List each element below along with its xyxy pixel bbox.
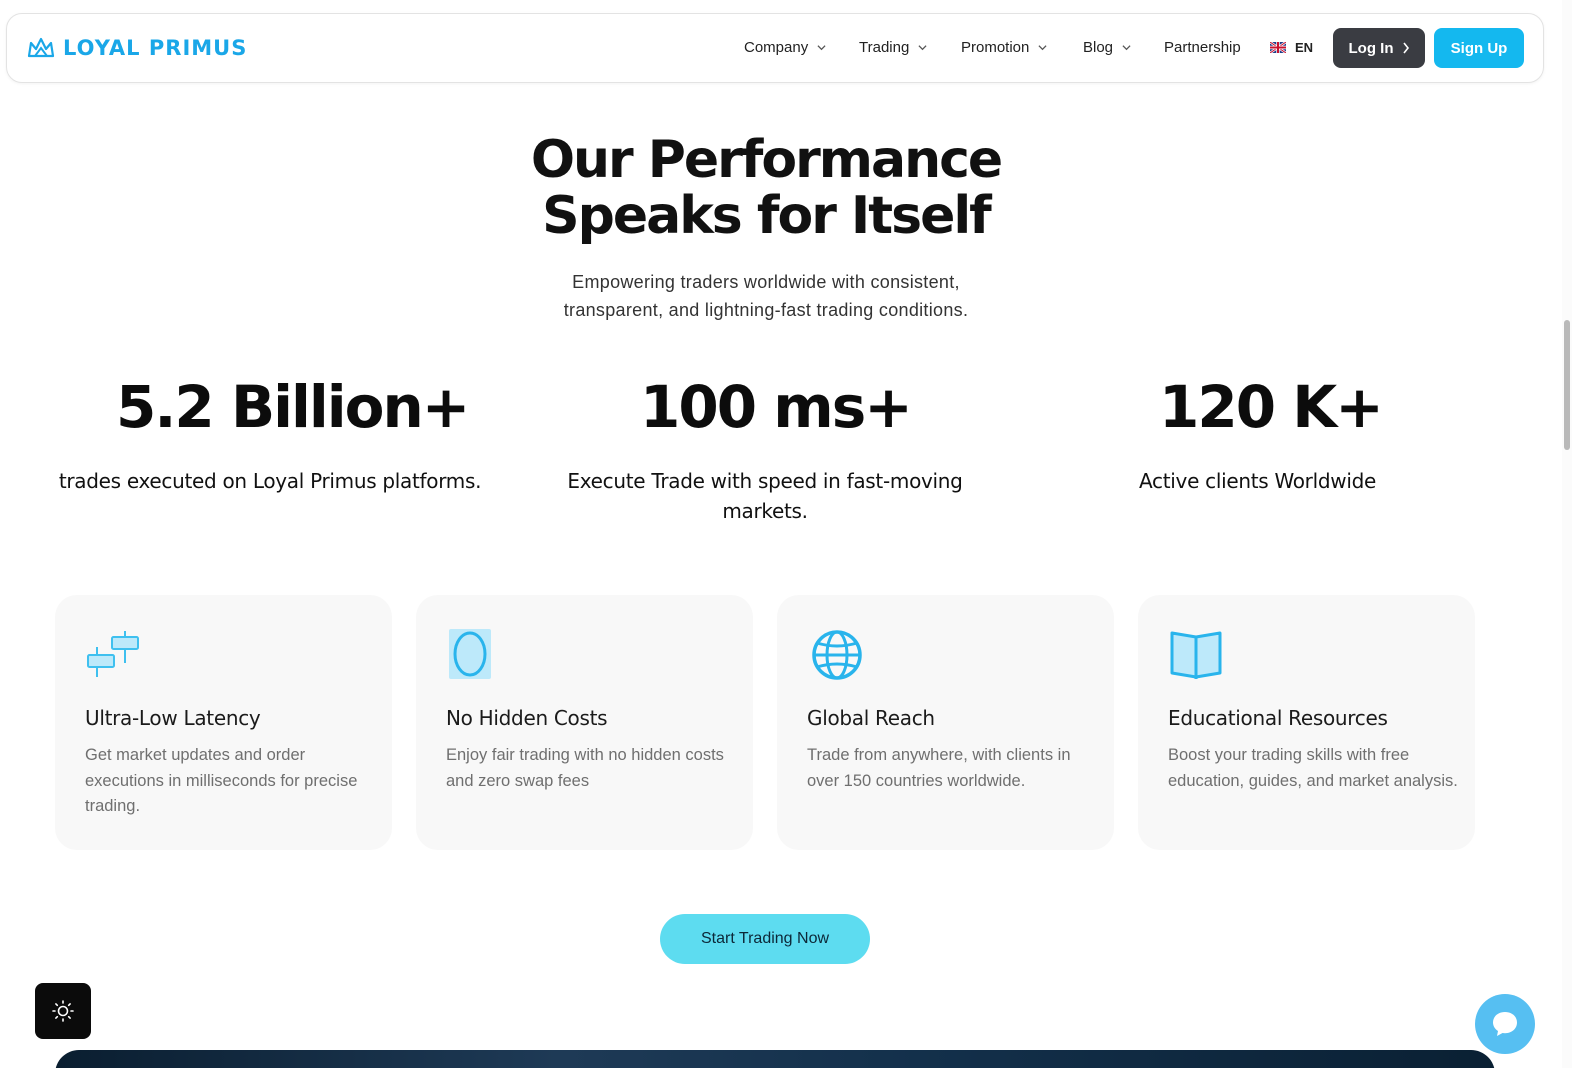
feature-description: Enjoy fair trading with no hidden costs … bbox=[446, 746, 724, 790]
signup-label: Sign Up bbox=[1450, 39, 1508, 57]
start-trading-button[interactable]: Start Trading Now bbox=[660, 914, 870, 964]
chevron-right-icon bbox=[1402, 42, 1409, 54]
stat-speed-label: Execute Trade with speed in fast-moving … bbox=[545, 466, 985, 526]
crown-icon bbox=[27, 37, 55, 58]
nav-item-label: Promotion bbox=[961, 39, 1030, 56]
chevron-down-icon bbox=[1122, 45, 1131, 51]
chevron-down-icon bbox=[817, 45, 826, 51]
nav-item-label: Blog bbox=[1083, 39, 1114, 56]
start-trading-label: Start Trading Now bbox=[700, 930, 830, 947]
brand-logo[interactable]: LOYAL PRIMUS bbox=[27, 36, 247, 60]
chevron-down-icon bbox=[918, 45, 927, 51]
candlestick-icon bbox=[87, 631, 139, 677]
nav-item-blog[interactable]: Blog bbox=[1083, 39, 1131, 56]
nav-item-partnership[interactable]: Partnership bbox=[1164, 39, 1241, 56]
feature-card-costs: No Hidden Costs Enjoy fair trading with … bbox=[416, 595, 753, 850]
nav-item-label: Partnership bbox=[1164, 39, 1241, 56]
page-subtitle: Empowering traders worldwide with consis… bbox=[0, 268, 1532, 324]
feature-title: Educational Resources bbox=[1168, 706, 1388, 730]
stat-trades-label: trades executed on Loyal Primus platform… bbox=[58, 469, 482, 493]
uk-flag-icon bbox=[1270, 42, 1286, 53]
stat-clients-value: 120 K+ bbox=[1159, 373, 1384, 441]
chat-bubble-icon bbox=[1493, 1012, 1517, 1036]
language-selector[interactable]: EN bbox=[1270, 40, 1313, 55]
page-title: Our Performance Speaks for Itself bbox=[0, 132, 1532, 244]
sun-icon bbox=[52, 1000, 74, 1022]
page-title-line2: Speaks for Itself bbox=[542, 186, 992, 246]
feature-description: Trade from anywhere, with clients in ove… bbox=[807, 746, 1071, 790]
stat-speed-value: 100 ms+ bbox=[640, 373, 913, 441]
nav-item-label: Trading bbox=[859, 39, 910, 56]
feature-title: Ultra-Low Latency bbox=[85, 706, 261, 730]
page-title-line1: Our Performance bbox=[530, 130, 1003, 190]
stat-clients-label: Active clients Worldwide bbox=[1139, 469, 1376, 493]
nav-item-company[interactable]: Company bbox=[744, 39, 826, 56]
language-code: EN bbox=[1295, 40, 1314, 55]
top-navbar: LOYAL PRIMUS Company Trading Promotion B… bbox=[6, 13, 1544, 83]
scrollbar-thumb[interactable] bbox=[1564, 320, 1570, 450]
feature-title: No Hidden Costs bbox=[446, 706, 608, 730]
theme-toggle-button[interactable] bbox=[35, 983, 91, 1039]
nav-item-trading[interactable]: Trading bbox=[859, 39, 927, 56]
feature-description: Boost your trading skills with free educ… bbox=[1168, 746, 1458, 790]
login-label: Log In bbox=[1348, 39, 1394, 57]
nav-item-promotion[interactable]: Promotion bbox=[961, 39, 1047, 56]
next-section-banner bbox=[55, 1050, 1495, 1068]
signup-button[interactable]: Sign Up bbox=[1434, 28, 1524, 68]
feature-card-latency: Ultra-Low Latency Get market updates and… bbox=[55, 595, 392, 850]
brand-name: LOYAL PRIMUS bbox=[63, 36, 248, 60]
stat-trades-value: 5.2 Billion+ bbox=[116, 373, 470, 441]
feature-card-reach: Global Reach Trade from anywhere, with c… bbox=[777, 595, 1114, 850]
login-button[interactable]: Log In bbox=[1333, 28, 1425, 68]
page-subtitle-line1: Empowering traders worldwide with consis… bbox=[572, 272, 960, 292]
chat-button[interactable] bbox=[1475, 994, 1535, 1054]
stat-speed-label-line2: markets. bbox=[722, 499, 808, 523]
globe-icon bbox=[812, 630, 862, 680]
zero-icon bbox=[449, 629, 491, 679]
feature-title: Global Reach bbox=[807, 706, 935, 730]
book-icon bbox=[1170, 631, 1222, 679]
feature-card-education: Educational Resources Boost your trading… bbox=[1138, 595, 1475, 850]
page-subtitle-line2: transparent, and lightning-fast trading … bbox=[563, 300, 969, 320]
page-scrollbar[interactable] bbox=[1562, 0, 1572, 1068]
nav-item-label: Company bbox=[744, 39, 809, 56]
stat-speed-label-line1: Execute Trade with speed in fast-moving bbox=[567, 469, 963, 493]
chevron-down-icon bbox=[1038, 45, 1047, 51]
feature-description: Get market updates and order executions … bbox=[85, 746, 358, 815]
